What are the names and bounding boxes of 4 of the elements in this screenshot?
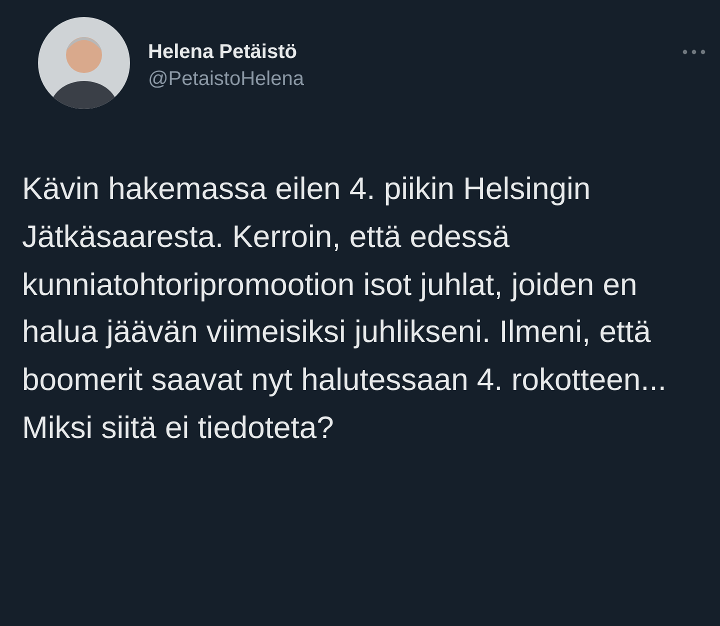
author-name[interactable]: Helena Petäistö [148, 41, 682, 64]
author-handle[interactable]: @PetaistoHelena [148, 68, 682, 91]
more-icon[interactable] [682, 49, 706, 55]
tweet-text: Kävin hakemassa eilen 4. piikin Helsingin Jätkäsaaresta. Kerroin, että edessä kunniatohtoripromootion isot juhlat, joiden en halua jäävän viimeisiksi juhlikseni. Ilmeni, että boomerit saavat nyt halutessaan 4. rokotteen... Miksi siitä ei tiedoteta? [22, 170, 668, 447]
